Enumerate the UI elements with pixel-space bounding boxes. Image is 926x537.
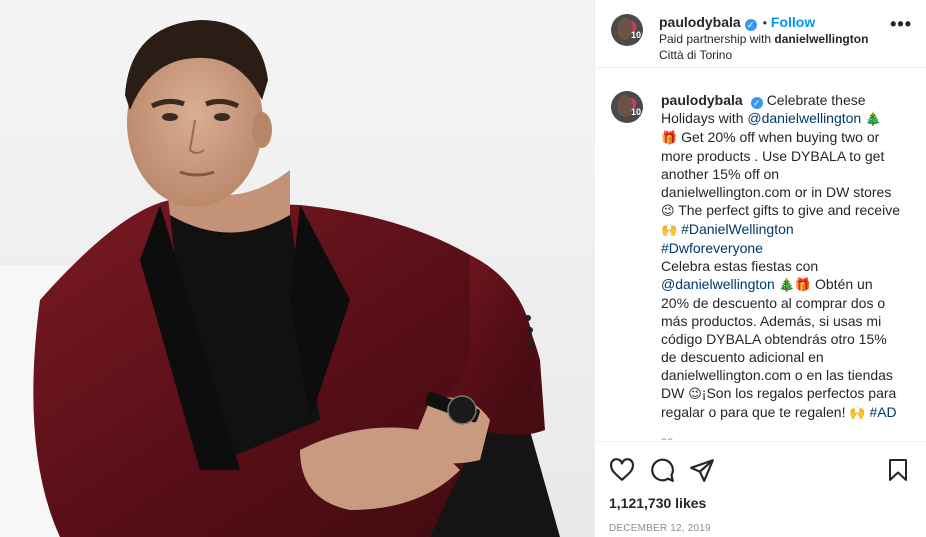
raised-hands-emoji-icon: 🙌 [849, 405, 866, 420]
caption-spanish: Celebra estas fiestas con @danielwelling… [661, 257, 901, 422]
gift-emoji-icon: 🎁 [794, 277, 812, 292]
post-actions: 1,121,730 likes December 12, 2019 [595, 441, 926, 537]
caption-segment: Obtén un 20% de descuento al comprar dos… [661, 276, 893, 401]
hashtag-link[interactable]: #Dwforeveryone [661, 240, 763, 256]
gift-emoji-icon: 🎁 [661, 130, 678, 145]
caption-segment: The perfect gifts to give and receive [674, 202, 900, 218]
caption-segment: Get 20% off when buying two or more prod… [661, 129, 892, 200]
likes-count[interactable]: 1,121,730 likes [609, 495, 910, 511]
raised-hands-emoji-icon: 🙌 [661, 222, 678, 237]
post-image [0, 20, 560, 537]
tree-emoji-icon: 🎄 [778, 277, 795, 292]
post-date[interactable]: December 12, 2019 [609, 523, 910, 534]
follow-button[interactable]: Follow [771, 14, 815, 30]
post-side-panel: 10 paulodybala ✓ • Follow Paid partnership … [594, 0, 926, 537]
paid-partnership-label: Paid partnership with [659, 32, 772, 46]
tree-emoji-icon: 🎄 [865, 111, 882, 126]
author-avatar[interactable]: 10 [611, 14, 643, 46]
more-options-button[interactable]: ••• [890, 15, 912, 33]
caption-comment: 10 paulodybala ✓ Celebrate these Holidays … [595, 69, 926, 440]
instagram-post-modal: 10 paulodybala ✓ • Follow Paid partnership … [0, 0, 926, 537]
mention-link[interactable]: @danielwellington [747, 110, 861, 126]
wink-emoji-icon: 😉 [688, 386, 702, 401]
caption-segment: Celebra estas fiestas con [661, 258, 819, 274]
hashtag-link[interactable]: #AD [869, 404, 896, 420]
caption-timestamp[interactable]: 92w [661, 434, 901, 440]
avatar-number: 10 [630, 107, 641, 117]
caption-avatar[interactable]: 10 [611, 91, 643, 123]
paid-partnership-line: Paid partnership with danielwellington [659, 31, 868, 47]
share-icon[interactable] [689, 457, 715, 483]
action-icons [609, 454, 910, 486]
verified-badge-icon: ✓ [750, 97, 763, 109]
post-photo[interactable] [0, 0, 594, 537]
bookmark-icon[interactable] [886, 457, 910, 483]
location-link[interactable]: Città di Torino [659, 47, 868, 63]
author-username[interactable]: paulodybala [659, 14, 741, 30]
comment-icon[interactable] [649, 457, 675, 483]
verified-badge-icon: ✓ [744, 19, 757, 31]
avatar-number: 10 [630, 30, 641, 40]
header-top-line: paulodybala ✓ • Follow [659, 14, 868, 31]
caption-english: paulodybala ✓ Celebrate these Holidays wit… [661, 91, 901, 257]
caption-username[interactable]: paulodybala [661, 92, 743, 108]
post-header: 10 paulodybala ✓ • Follow Paid partnership … [595, 0, 926, 68]
header-info: paulodybala ✓ • Follow Paid partnership wit… [659, 14, 868, 63]
wink-emoji-icon: 😉 [661, 203, 675, 218]
caption-text: paulodybala ✓ Celebrate these Holidays wit… [661, 91, 901, 440]
heart-icon[interactable] [609, 457, 635, 483]
partner-link[interactable]: danielwellington [774, 32, 868, 46]
separator-dot: • [762, 16, 767, 30]
hashtag-link[interactable]: #DanielWellington [681, 221, 794, 237]
mention-link[interactable]: @danielwellington [661, 276, 775, 292]
